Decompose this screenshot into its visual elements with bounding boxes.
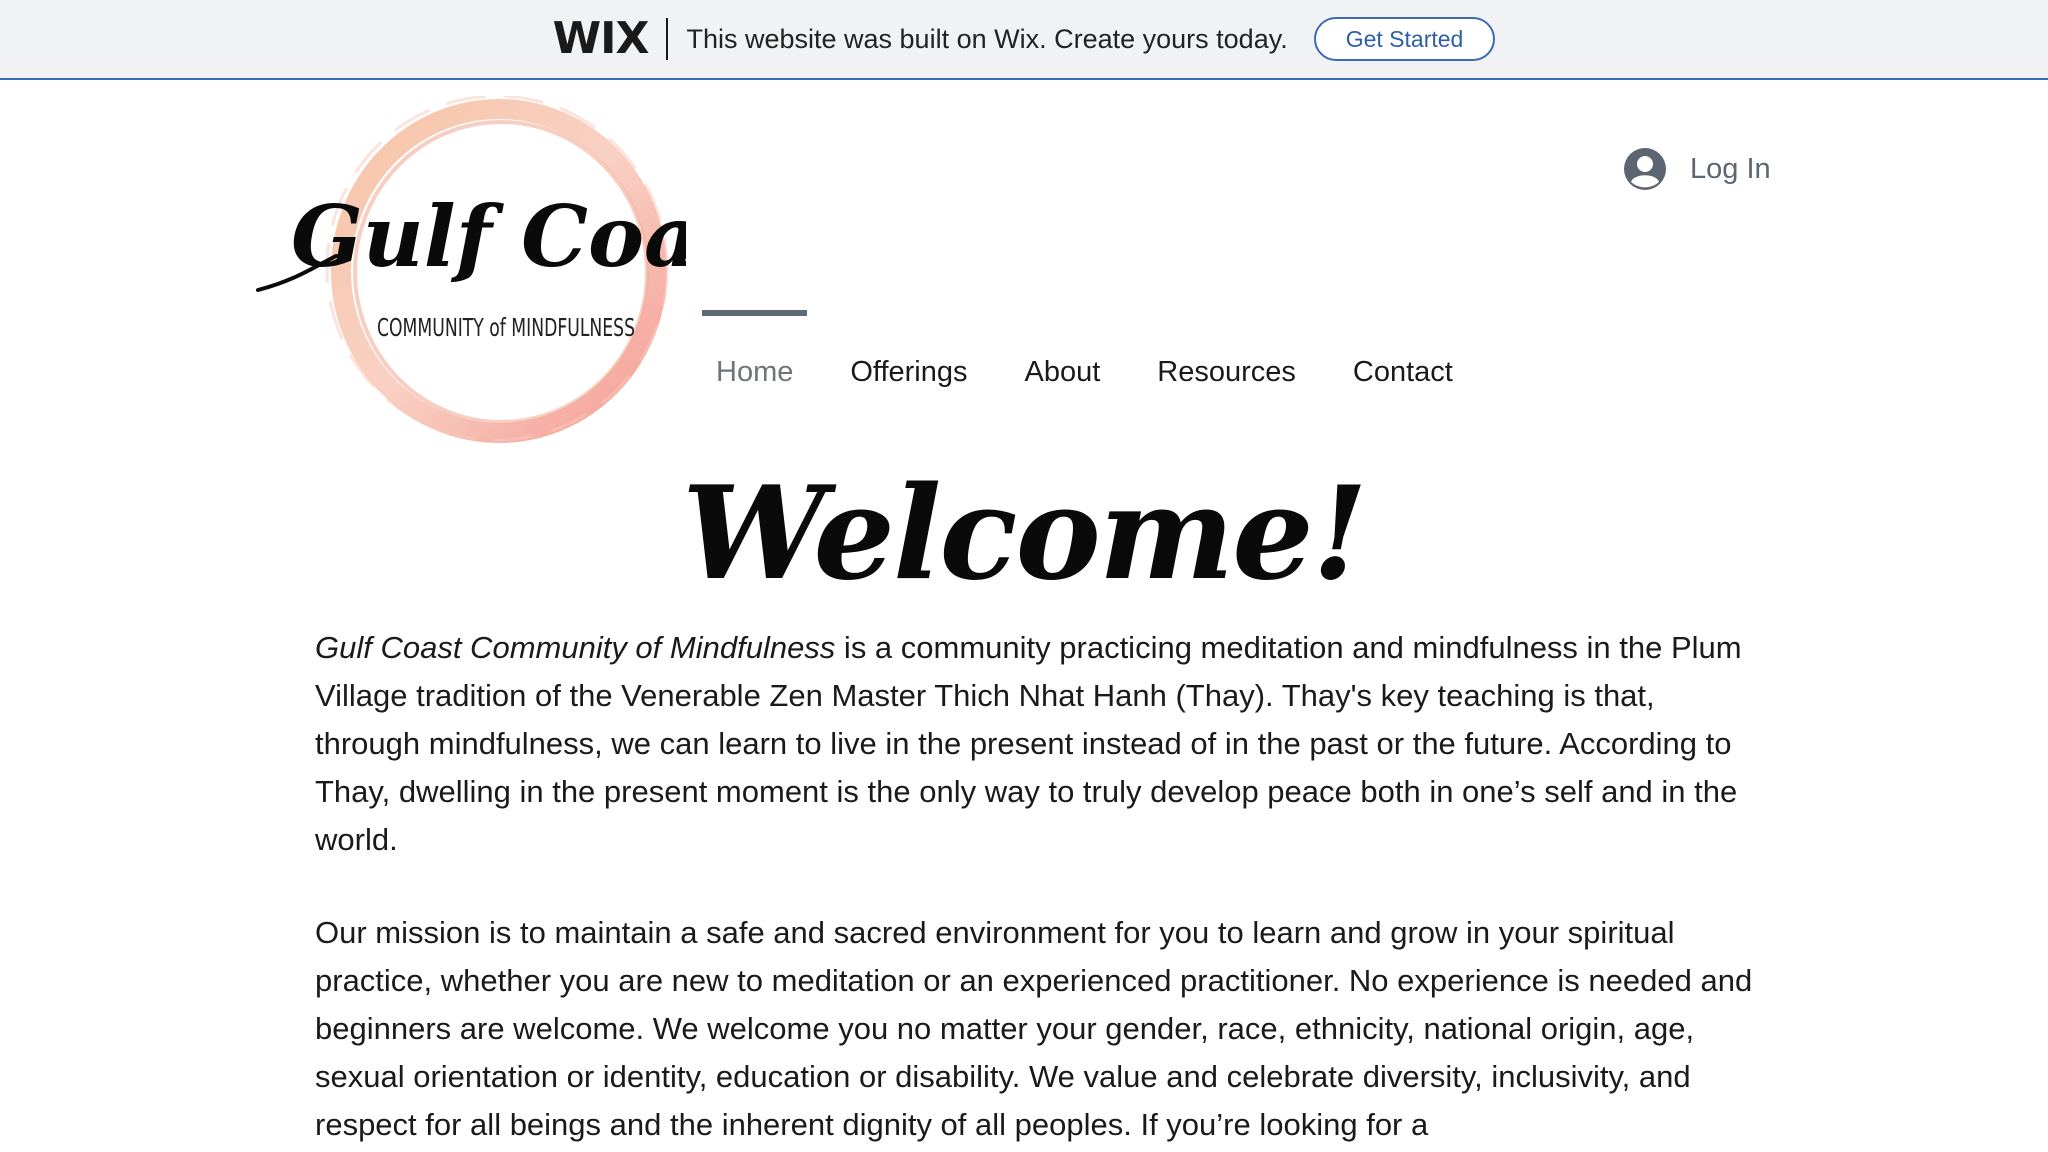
logo-script-text: Gulf Coast: [291, 187, 686, 286]
community-name: Gulf Coast Community of Mindfulness: [315, 630, 836, 665]
mission-paragraph: Our mission is to maintain a safe and sa…: [315, 915, 1753, 1142]
site-logo[interactable]: Gulf Coast COMMUNITY of MINDFULNESS: [256, 96, 686, 446]
login-label: Log In: [1690, 152, 1771, 185]
nav-item-resources[interactable]: Resources: [1157, 356, 1296, 389]
login-button[interactable]: Log In: [1624, 148, 1771, 190]
logo-ring-graphic: Gulf Coast COMMUNITY of MINDFULNESS: [256, 96, 686, 443]
wix-logo[interactable]: WIX: [553, 17, 650, 61]
wix-promo-banner: WIX This website was built on Wix. Creat…: [0, 0, 2048, 80]
intro-paragraph: Gulf Coast Community of Mindfulness is a…: [315, 624, 1755, 864]
get-started-button[interactable]: Get Started: [1313, 17, 1496, 61]
nav-item-home[interactable]: Home: [716, 356, 793, 389]
nav-item-contact[interactable]: Contact: [1353, 356, 1453, 389]
banner-text: This website was built on Wix. Create yo…: [686, 23, 1288, 54]
banner-divider: [666, 18, 669, 60]
nav-active-indicator: [702, 310, 807, 316]
nav-items: Home Offerings About Resources Contact: [716, 356, 1510, 389]
intro-content: Gulf Coast Community of Mindfulness is a…: [315, 624, 1755, 1149]
user-avatar-icon: [1624, 148, 1666, 190]
welcome-heading: Welcome!: [682, 459, 1368, 609]
logo-subtitle-text: COMMUNITY of MINDFULNESS: [377, 313, 635, 342]
nav-item-offerings[interactable]: Offerings: [850, 356, 967, 389]
nav-item-about[interactable]: About: [1025, 356, 1101, 389]
